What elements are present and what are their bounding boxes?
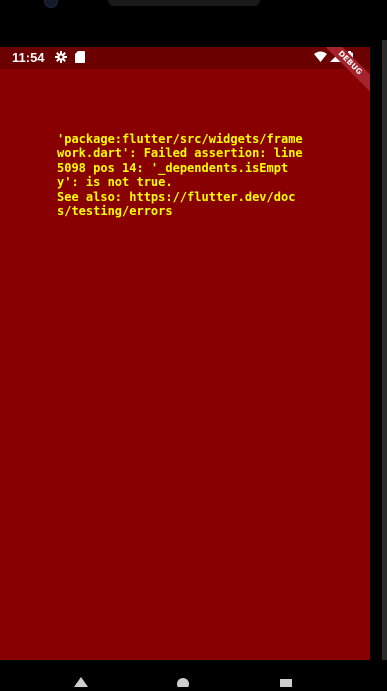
status-bar: 11:54	[0, 47, 370, 69]
wifi-icon	[314, 51, 328, 65]
back-icon[interactable]	[74, 672, 88, 687]
sd-card-icon	[75, 51, 89, 65]
earpiece-speaker	[108, 0, 260, 6]
home-icon[interactable]	[176, 672, 190, 690]
device-top-bezel	[0, 0, 387, 47]
status-time: 11:54	[12, 50, 45, 65]
device-side-button	[382, 40, 387, 660]
recents-icon[interactable]	[279, 672, 293, 687]
front-camera	[44, 0, 58, 8]
settings-gear-icon	[55, 51, 69, 65]
app-screen: 11:54 DEBUG 'package:flutter/src/widgets…	[0, 47, 370, 660]
navigation-bar	[0, 660, 387, 690]
error-message: 'package:flutter/src/widgets/framework.d…	[57, 132, 303, 219]
